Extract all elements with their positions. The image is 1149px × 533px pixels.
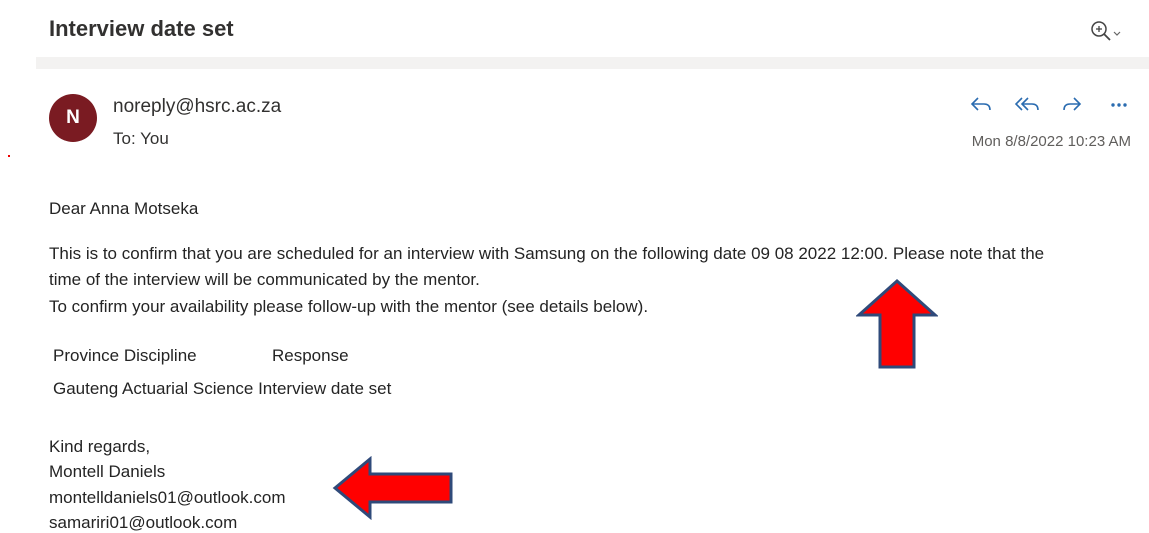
email-subject: Interview date set xyxy=(49,16,234,41)
details-table-header: Province Discipline Response xyxy=(53,346,349,366)
details-table-row: Gauteng Actuarial Science Interview date… xyxy=(53,379,392,398)
sender-address[interactable]: noreply@hsrc.ac.za xyxy=(113,96,281,118)
zoom-in-icon xyxy=(1091,21,1121,41)
table-header-province-discipline: Province Discipline xyxy=(53,346,197,365)
recipient-line: To: You xyxy=(113,129,169,148)
greeting: Dear Anna Motseka xyxy=(49,199,199,218)
signature-email-2[interactable]: samariri01@outlook.com xyxy=(49,513,237,533)
body-paragraph-line-1: This is to confirm that you are schedule… xyxy=(49,244,1045,263)
signature-name: Montell Daniels xyxy=(49,462,166,481)
body-paragraph-line-3: To confirm your availability please foll… xyxy=(49,297,649,316)
reply-icon[interactable] xyxy=(970,97,991,111)
up-arrow-annotation xyxy=(856,278,938,369)
left-arrow-annotation xyxy=(332,456,453,520)
signature-email-1[interactable]: montelldaniels01@outlook.com xyxy=(49,488,286,508)
zoom-button[interactable] xyxy=(1089,18,1129,48)
reply-all-icon[interactable] xyxy=(1014,97,1039,111)
body-paragraph-line-2: time of the interview will be communicat… xyxy=(49,270,480,289)
header-divider xyxy=(36,57,1149,69)
avatar[interactable]: N xyxy=(49,94,97,142)
more-icon[interactable] xyxy=(1111,103,1127,107)
stray-mark xyxy=(8,155,10,157)
message-actions xyxy=(968,90,1138,118)
forward-icon[interactable] xyxy=(1063,97,1082,111)
table-header-response: Response xyxy=(272,346,349,365)
closing: Kind regards, xyxy=(49,437,151,456)
message-timestamp: Mon 8/8/2022 10:23 AM xyxy=(971,133,1131,150)
